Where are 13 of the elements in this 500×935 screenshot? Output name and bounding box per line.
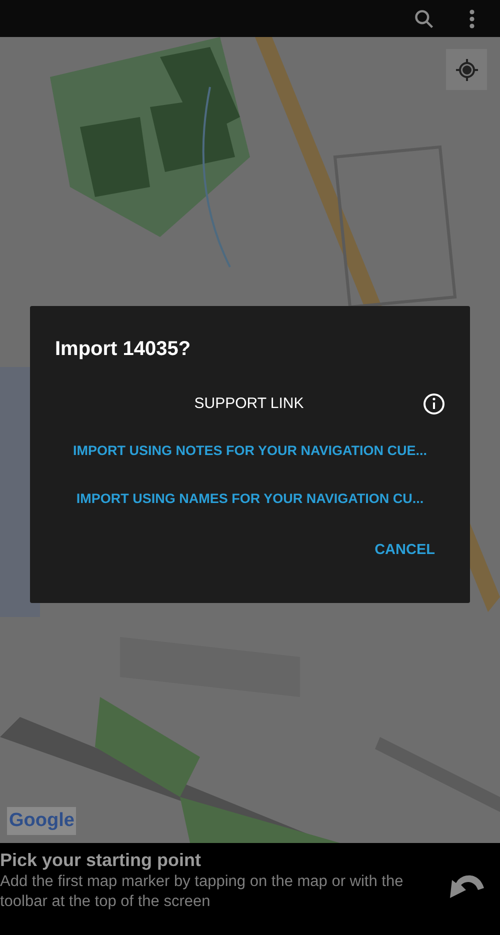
info-icon [423,393,445,415]
my-location-button[interactable] [446,49,487,90]
search-icon [413,8,435,30]
my-location-icon [454,58,478,82]
import-option-button[interactable]: IMPORT USING NOTES FOR YOUR NAVIGATION CUE... [72,441,428,462]
cancel-button[interactable]: CANCEL [374,540,435,562]
dialog-title: Import 14035? [55,337,192,362]
panel-description: Add the first map marker by tapping on the map or with the toolbar at the top of the screen [0,872,404,912]
more-options-icon [469,8,475,28]
map-attribution: Google [7,806,76,835]
support-link[interactable]: SUPPORT LINK [55,392,423,416]
panel-title: Pick your starting point [0,849,202,872]
import-option-button[interactable]: IMPORT USING NAMES FOR YOUR NAVIGATION CU... [76,489,424,510]
